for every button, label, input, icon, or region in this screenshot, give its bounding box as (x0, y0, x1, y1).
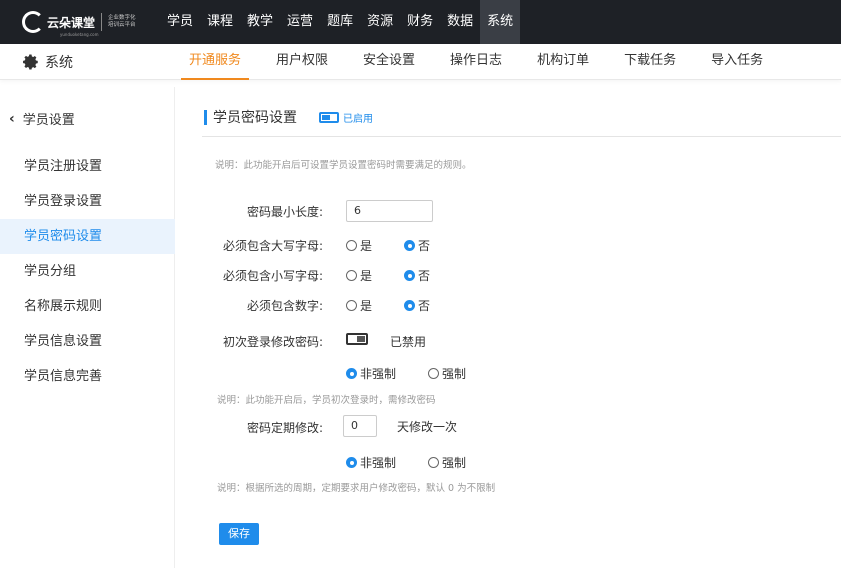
min-length-input[interactable]: 6 (346, 200, 433, 222)
logo-divider (101, 13, 103, 31)
digits-yes-radio[interactable]: 是 (346, 297, 372, 314)
first-login-force-label: 强制 (442, 367, 467, 381)
first-login-note: 说明：此功能开启后，学员初次登录时，需修改密码 (217, 395, 436, 406)
feature-toggle[interactable] (319, 111, 339, 123)
nav-item-system[interactable]: 系统 (480, 0, 521, 44)
section-title: 系统 (22, 44, 73, 80)
uppercase-no-radio[interactable]: 否 (404, 237, 430, 254)
chevron-left-icon: ‹ (9, 110, 15, 127)
brand-tagline-line1: 企业数字化 (108, 15, 136, 21)
nav-item-courses[interactable]: 课程 (200, 0, 240, 44)
brand-tagline-line2: 培训云平台 (108, 22, 136, 28)
uppercase-label: 必须包含大写字母: (222, 239, 323, 253)
periodic-suffix: 天修改一次 (397, 420, 458, 434)
main-panel: 学员密码设置 已启用 说明：此功能开启后可设置学员设置密码时需要满足的规则。 密… (175, 80, 841, 568)
sidebar-item-info-settings[interactable]: 学员信息设置 (0, 324, 175, 359)
brand-url: yunduoketang.com (60, 32, 99, 37)
radio-circle-icon (428, 368, 439, 379)
sidebar: ‹ 学员设置 学员注册设置 学员登录设置 学员密码设置 学员分组 名称展示规则 … (0, 87, 175, 568)
radio-circle-icon (428, 457, 439, 468)
section-title-text: 系统 (45, 55, 73, 71)
digits-yes-label: 是 (360, 299, 373, 313)
intro-note: 说明：此功能开启后可设置学员设置密码时需要满足的规则。 (215, 160, 472, 171)
periodic-soft-label: 非强制 (360, 456, 397, 470)
first-login-status: 已禁用 (390, 335, 427, 349)
radio-checked-icon (346, 457, 357, 468)
digits-label: 必须包含数字: (246, 299, 323, 313)
uppercase-yes-radio[interactable]: 是 (346, 237, 372, 254)
sub-tabs: 开通服务 用户权限 安全设置 操作日志 机构订单 下载任务 导入任务 (181, 44, 798, 80)
tab-org-orders[interactable]: 机构订单 (537, 44, 589, 80)
sidebar-list: 学员注册设置 学员登录设置 学员密码设置 学员分组 名称展示规则 学员信息设置 … (0, 149, 175, 394)
lowercase-no-radio[interactable]: 否 (404, 267, 430, 284)
sidebar-back[interactable]: ‹ 学员设置 (9, 109, 75, 129)
radio-circle-icon (346, 270, 357, 281)
periodic-force-radio[interactable]: 强制 (428, 454, 466, 471)
sidebar-item-registration[interactable]: 学员注册设置 (0, 149, 175, 184)
first-login-toggle[interactable] (346, 333, 368, 345)
nav-item-question-bank[interactable]: 题库 (320, 0, 360, 44)
first-login-force-radio[interactable]: 强制 (428, 365, 466, 382)
nav-item-operations[interactable]: 运营 (280, 0, 320, 44)
sidebar-item-login[interactable]: 学员登录设置 (0, 184, 175, 219)
main-nav: 学员 课程 教学 运营 题库 资源 财务 数据 系统 (160, 0, 521, 44)
sidebar-item-name-display[interactable]: 名称展示规则 (0, 289, 175, 324)
sidebar-item-info-completion[interactable]: 学员信息完善 (0, 359, 175, 394)
nav-item-resources[interactable]: 资源 (360, 0, 400, 44)
tab-open-services[interactable]: 开通服务 (181, 44, 250, 80)
nav-item-teaching[interactable]: 教学 (240, 0, 280, 44)
sub-navbar: 系统 开通服务 用户权限 安全设置 操作日志 机构订单 下载任务 导入任务 (0, 44, 841, 80)
periodic-note: 说明：根据所选的周期，定期要求用户修改密码，默认 0 为不限制 (217, 483, 496, 494)
first-login-soft-radio[interactable]: 非强制 (346, 365, 396, 382)
radio-checked-icon (404, 300, 415, 311)
uppercase-yes-label: 是 (360, 239, 373, 253)
first-login-label: 初次登录修改密码: (222, 335, 323, 349)
sidebar-item-password[interactable]: 学员密码设置 (0, 219, 175, 254)
radio-circle-icon (346, 240, 357, 251)
lowercase-label: 必须包含小写字母: (222, 269, 323, 283)
tab-operation-log[interactable]: 操作日志 (450, 44, 502, 80)
digits-no-label: 否 (418, 299, 431, 313)
tab-download-tasks[interactable]: 下载任务 (624, 44, 676, 80)
sidebar-back-label: 学员设置 (22, 113, 75, 128)
radio-checked-icon (404, 270, 415, 281)
first-login-soft-label: 非强制 (360, 367, 397, 381)
periodic-force-label: 强制 (442, 456, 467, 470)
cloud-logo-icon (22, 11, 44, 33)
digits-no-radio[interactable]: 否 (404, 297, 430, 314)
lowercase-yes-radio[interactable]: 是 (346, 267, 372, 284)
min-length-label: 密码最小长度: (246, 205, 323, 219)
brand-logo[interactable]: 云朵课堂 企业数字化 培训云平台 yunduoketang.com (22, 8, 144, 37)
top-navbar: 云朵课堂 企业数字化 培训云平台 yunduoketang.com 学员 课程 … (0, 0, 841, 44)
nav-item-finance[interactable]: 财务 (400, 0, 440, 44)
nav-item-students[interactable]: 学员 (160, 0, 200, 44)
uppercase-no-label: 否 (418, 239, 431, 253)
page-header: 学员密码设置 已启用 (204, 107, 373, 127)
periodic-days-input[interactable]: 0 (343, 415, 377, 437)
radio-checked-icon (346, 368, 357, 379)
periodic-soft-radio[interactable]: 非强制 (346, 454, 396, 471)
page-title: 学员密码设置 (213, 110, 297, 126)
gear-icon (23, 54, 38, 70)
brand-tagline: 企业数字化 培训云平台 (108, 15, 144, 29)
periodic-label: 密码定期修改: (246, 421, 323, 435)
radio-circle-icon (346, 300, 357, 311)
brand-name: 云朵课堂 (47, 15, 96, 30)
sidebar-item-groups[interactable]: 学员分组 (0, 254, 175, 289)
tab-import-tasks[interactable]: 导入任务 (711, 44, 763, 80)
radio-checked-icon (404, 240, 415, 251)
title-accent-bar (204, 109, 207, 125)
lowercase-yes-label: 是 (360, 269, 373, 283)
feature-status: 已启用 (343, 113, 373, 125)
save-button[interactable]: 保存 (219, 523, 259, 545)
header-divider (202, 136, 841, 137)
nav-item-data[interactable]: 数据 (440, 0, 480, 44)
tab-user-permissions[interactable]: 用户权限 (276, 44, 328, 80)
lowercase-no-label: 否 (418, 269, 431, 283)
tab-security-settings[interactable]: 安全设置 (363, 44, 415, 80)
